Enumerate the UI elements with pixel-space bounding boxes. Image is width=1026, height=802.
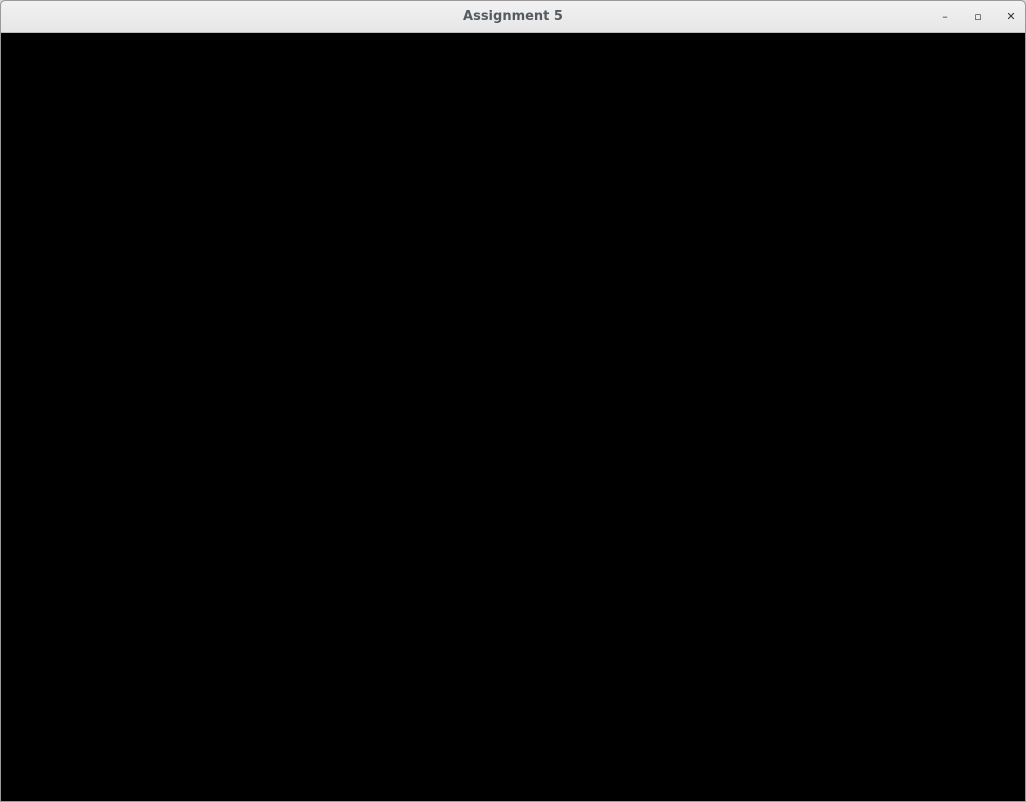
maximize-icon[interactable]: ▫ [970, 9, 986, 25]
app-window: Assignment 5 – ▫ ✕ [0, 0, 1026, 802]
close-icon[interactable]: ✕ [1003, 9, 1019, 25]
wireframe-terrain[interactable] [1, 33, 1025, 801]
minimize-icon[interactable]: – [937, 9, 953, 25]
title-bar[interactable]: Assignment 5 – ▫ ✕ [1, 1, 1025, 33]
window-title: Assignment 5 [463, 9, 563, 24]
render-viewport[interactable] [1, 33, 1025, 801]
